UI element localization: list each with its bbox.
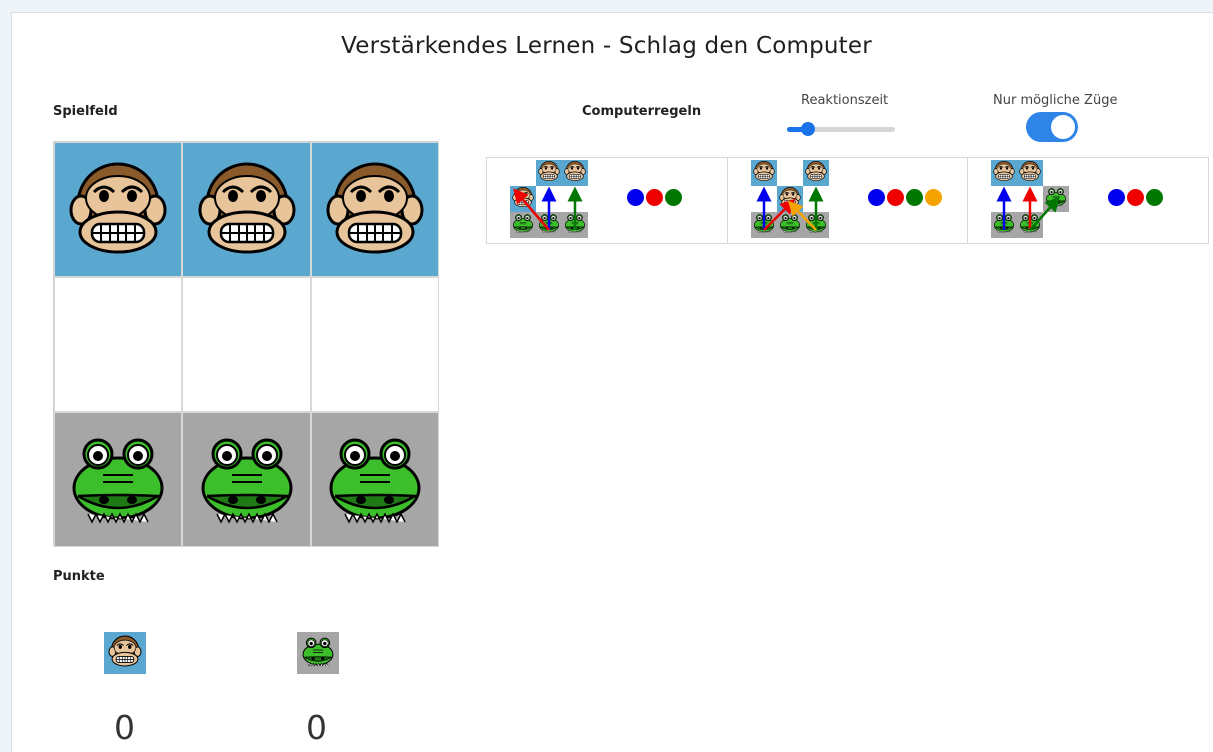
crocodile-icon xyxy=(68,428,168,532)
rule-mini-board xyxy=(991,160,1070,238)
crocodile-icon xyxy=(805,212,827,238)
rules-label: Computerregeln xyxy=(582,104,702,119)
monkey-icon xyxy=(779,186,801,212)
blue-move-dot xyxy=(867,189,885,206)
monkey-icon xyxy=(68,158,168,262)
mini-cell xyxy=(776,186,803,212)
rule-card xyxy=(728,158,969,243)
mini-cell xyxy=(802,186,829,212)
mini-cell xyxy=(991,186,1018,212)
mini-cell xyxy=(750,160,777,186)
orange-move-dot xyxy=(924,189,942,206)
red-move-dot xyxy=(886,189,904,206)
crocodile-icon xyxy=(197,428,297,532)
mini-cell xyxy=(562,186,588,212)
crocodile-icon xyxy=(779,212,801,238)
mini-cell xyxy=(750,186,777,212)
board-cell-0-2[interactable] xyxy=(311,142,439,277)
green-move-dot xyxy=(665,189,682,206)
board-label: Spielfeld xyxy=(53,104,118,119)
green-move-dot xyxy=(1146,189,1164,206)
red-move-dot xyxy=(1127,189,1145,206)
points-label: Punkte xyxy=(53,569,105,584)
monkey-score-icon xyxy=(104,632,146,674)
mini-cell xyxy=(536,212,562,238)
move-weight-dots xyxy=(1108,189,1164,206)
toggle-knob xyxy=(1051,115,1075,139)
mini-cell xyxy=(776,160,803,186)
only-possible-moves-label: Nur mögliche Züge xyxy=(993,93,1118,108)
board-cell-2-2[interactable] xyxy=(311,412,439,547)
mini-cell xyxy=(1043,186,1070,212)
rule-card xyxy=(487,158,728,243)
mini-cell xyxy=(562,212,588,238)
page-title: Verstärkendes Lernen - Schlag den Comput… xyxy=(341,33,872,59)
rule-mini-board xyxy=(510,160,588,238)
croc-score-icon xyxy=(297,632,339,674)
mini-cell xyxy=(536,186,562,212)
mini-cell xyxy=(536,160,562,186)
monkey-icon xyxy=(512,186,534,212)
crocodile-icon xyxy=(993,212,1015,238)
mini-cell xyxy=(750,212,777,238)
monkey-icon xyxy=(753,160,775,186)
board-cell-0-1[interactable] xyxy=(182,142,311,277)
board-cell-2-0[interactable] xyxy=(54,412,182,547)
move-weight-dots xyxy=(867,189,942,206)
computer-rules-list xyxy=(486,157,1209,244)
board-cell-0-0[interactable] xyxy=(54,142,182,277)
monkey-icon xyxy=(805,160,827,186)
mini-cell xyxy=(802,212,829,238)
blue-move-dot xyxy=(1108,189,1126,206)
mini-cell xyxy=(510,212,536,238)
reaction-time-label: Reaktionszeit xyxy=(801,93,889,108)
mini-cell xyxy=(991,212,1018,238)
mini-cell xyxy=(991,160,1018,186)
rule-card xyxy=(968,158,1208,243)
rule-mini-board xyxy=(750,160,829,238)
mini-cell xyxy=(510,160,536,186)
monkey-icon xyxy=(993,160,1016,186)
mini-cell xyxy=(1043,160,1070,186)
red-move-dot xyxy=(646,189,663,206)
crocodile-icon xyxy=(1019,212,1041,238)
crocodile-icon xyxy=(1045,186,1067,212)
mini-cell xyxy=(562,160,588,186)
crocodile-icon xyxy=(564,212,586,238)
mini-cell xyxy=(1043,212,1070,238)
crocodile-icon xyxy=(512,212,534,238)
green-move-dot xyxy=(905,189,923,206)
game-board xyxy=(53,141,439,547)
board-cell-1-0[interactable] xyxy=(54,277,182,412)
reaction-time-slider[interactable] xyxy=(787,122,897,136)
monkey-icon xyxy=(538,160,560,186)
mini-cell xyxy=(1017,186,1044,212)
crocodile-icon xyxy=(325,428,425,532)
slider-thumb[interactable] xyxy=(801,122,815,136)
board-cell-2-1[interactable] xyxy=(182,412,311,547)
move-weight-dots xyxy=(627,189,682,206)
only-possible-moves-toggle[interactable] xyxy=(1026,112,1078,142)
monkey-icon xyxy=(325,158,425,262)
croc-score: 0 xyxy=(306,708,327,747)
board-cell-1-2[interactable] xyxy=(311,277,439,412)
mini-cell xyxy=(776,212,803,238)
blue-move-dot xyxy=(627,189,644,206)
monkey-icon xyxy=(197,158,297,262)
mini-cell xyxy=(1017,212,1044,238)
mini-cell xyxy=(802,160,829,186)
crocodile-icon xyxy=(753,212,775,238)
monkey-icon xyxy=(1019,160,1042,186)
crocodile-icon xyxy=(538,212,560,238)
mini-cell xyxy=(510,186,536,212)
monkey-icon xyxy=(564,160,586,186)
mini-cell xyxy=(1017,160,1044,186)
monkey-score: 0 xyxy=(114,708,135,747)
monkey-icon xyxy=(108,634,142,672)
crocodile-icon xyxy=(301,634,335,672)
board-cell-1-1[interactable] xyxy=(182,277,311,412)
